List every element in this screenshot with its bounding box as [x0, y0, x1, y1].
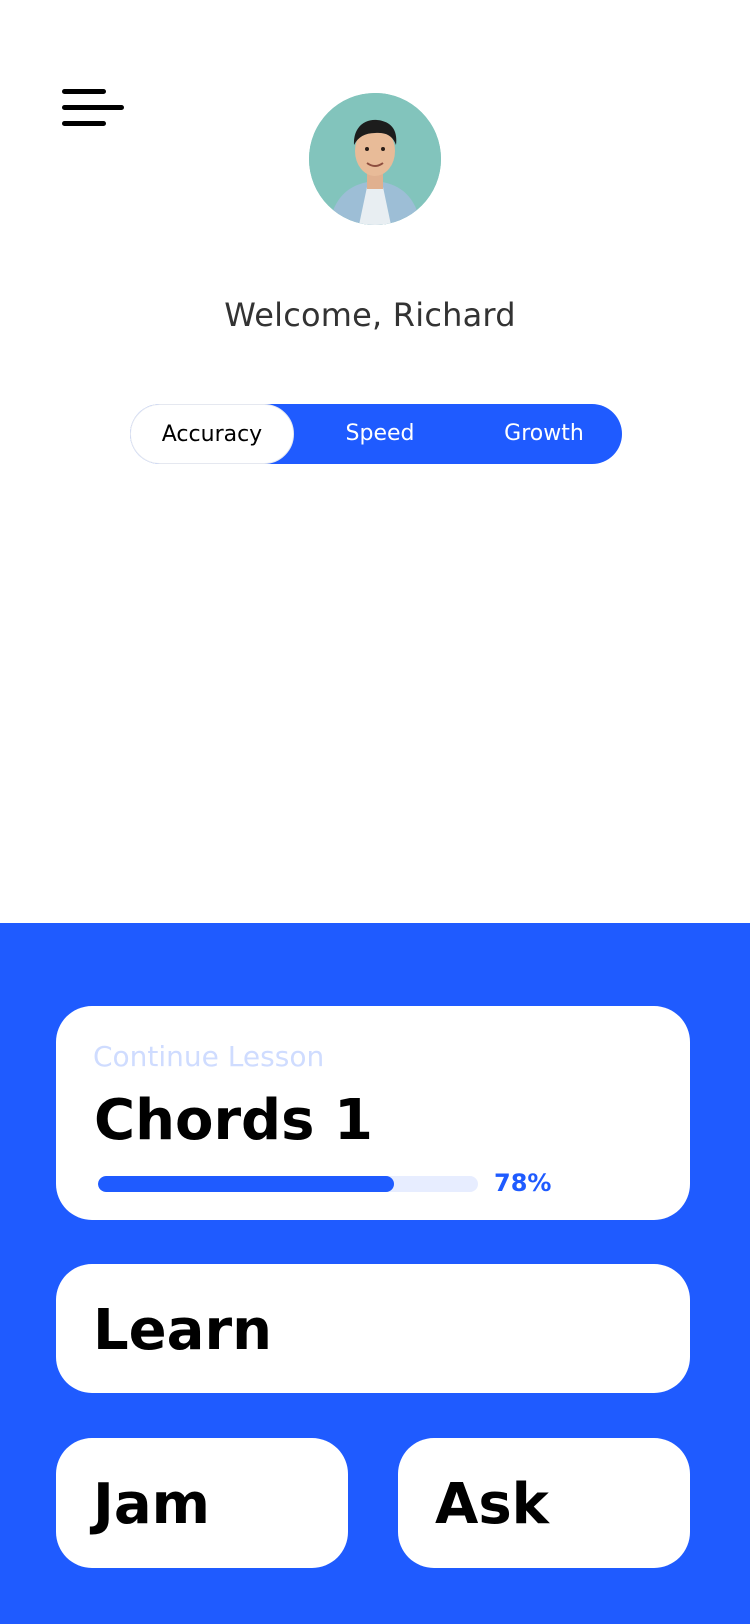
learn-button[interactable]: Learn [56, 1264, 690, 1393]
tab-accuracy[interactable]: Accuracy [130, 404, 294, 464]
menu-button[interactable] [62, 86, 126, 130]
learn-label: Learn [93, 1298, 272, 1363]
hamburger-menu-icon-bar [62, 105, 124, 110]
jam-button[interactable]: Jam [56, 1438, 348, 1568]
welcome-text: Welcome, Richard [224, 296, 516, 334]
continue-lesson-card[interactable]: Continue Lesson Chords 1 78% [56, 1006, 690, 1220]
jam-label: Jam [93, 1472, 210, 1537]
ask-button[interactable]: Ask [398, 1438, 690, 1568]
lesson-title: Chords 1 [94, 1088, 373, 1153]
tab-speed[interactable]: Speed [294, 404, 466, 464]
lesson-progress-text: 78% [494, 1169, 552, 1197]
ask-label: Ask [435, 1472, 549, 1537]
lesson-progress-fill [98, 1176, 395, 1192]
hamburger-menu-icon-bar [62, 121, 106, 126]
lesson-progress-bar [98, 1176, 478, 1192]
stats-tabs: Accuracy Speed Growth [130, 404, 622, 464]
avatar-photo-icon [309, 93, 441, 225]
tab-growth[interactable]: Growth [466, 404, 622, 464]
continue-lesson-label: Continue Lesson [93, 1040, 325, 1073]
actions-panel: Continue Lesson Chords 1 78% Learn Jam A… [0, 923, 750, 1624]
hamburger-menu-icon [62, 89, 106, 94]
avatar[interactable] [309, 93, 441, 225]
